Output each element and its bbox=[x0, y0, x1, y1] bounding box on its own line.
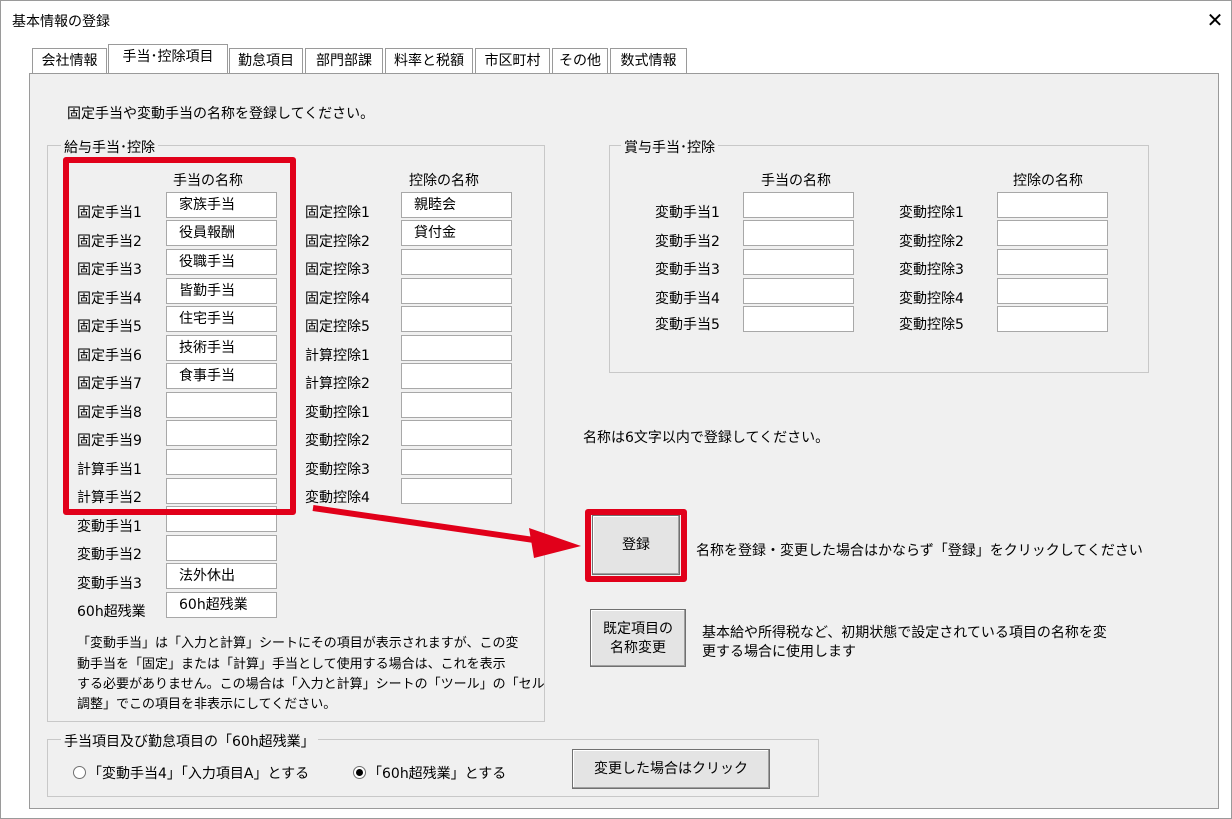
bonus-deduction-field[interactable] bbox=[997, 249, 1108, 275]
tab-other[interactable]: その他 bbox=[552, 48, 608, 74]
deduction-label: 計算控除1 bbox=[305, 348, 370, 364]
window-title: 基本情報の登録 bbox=[12, 14, 110, 30]
deduction-label: 固定控除1 bbox=[305, 205, 370, 221]
bonus-deduction-field[interactable] bbox=[997, 192, 1108, 218]
deduction-name-field[interactable] bbox=[401, 278, 512, 304]
option1-radio[interactable] bbox=[73, 766, 86, 779]
option2-radio[interactable] bbox=[353, 766, 366, 779]
bonus-allowance-header: 手当の名称 bbox=[761, 173, 831, 189]
tab-company-info[interactable]: 会社情報 bbox=[32, 48, 107, 74]
bonus-allowance-label: 変動手当3 bbox=[655, 262, 720, 278]
bonus-deduction-field[interactable] bbox=[997, 278, 1108, 304]
tab-attendance[interactable]: 勤怠項目 bbox=[229, 48, 303, 74]
allowance-name-field[interactable]: 60h超残業 bbox=[166, 592, 277, 618]
bonus-allowance-field[interactable] bbox=[743, 192, 854, 218]
allowance-label: 変動手当2 bbox=[77, 547, 142, 563]
deduction-name-field[interactable] bbox=[401, 420, 512, 446]
bonus-group-title: 賞与手当･控除 bbox=[621, 137, 718, 157]
deduction-name-field[interactable] bbox=[401, 306, 512, 332]
bonus-allowance-field[interactable] bbox=[743, 278, 854, 304]
name-limit-note: 名称は6文字以内で登録してください。 bbox=[583, 430, 830, 446]
deduction-name-field[interactable] bbox=[401, 392, 512, 418]
rename-defaults-note: 基本給や所得税など、初期状態で設定されている項目の名称を変 bbox=[702, 625, 1107, 641]
bonus-allowance-label: 変動手当2 bbox=[655, 234, 720, 250]
annotation-arrow-head bbox=[529, 528, 581, 558]
variable-allowance-note: する必要がありません。この場合は「入力と計算」シートの「ツール」の「セル bbox=[77, 677, 545, 692]
title-bar: 基本情報の登録 ✕ bbox=[1, 1, 1231, 39]
annotation-arrow-shaft bbox=[312, 505, 542, 544]
deduction-label: 固定控除2 bbox=[305, 234, 370, 250]
register-note: 名称を登録・変更した場合はかならず「登録」をクリックしてください bbox=[696, 543, 1143, 559]
instruction-text: 固定手当や変動手当の名称を登録してください。 bbox=[67, 106, 375, 122]
deduction-name-field[interactable] bbox=[401, 449, 512, 475]
bonus-deduction-label: 変動控除5 bbox=[899, 317, 964, 333]
tab-allowance-deduction[interactable]: 手当･控除項目 bbox=[108, 44, 228, 74]
bonus-deduction-header: 控除の名称 bbox=[1013, 173, 1083, 189]
deduction-label: 変動控除2 bbox=[305, 433, 370, 449]
bonus-allowance-field[interactable] bbox=[743, 249, 854, 275]
close-icon[interactable]: ✕ bbox=[1200, 5, 1230, 35]
bonus-deduction-label: 変動控除3 bbox=[899, 262, 964, 278]
deduction-label: 変動控除3 bbox=[305, 462, 370, 478]
allowance-label: 60h超残業 bbox=[77, 604, 146, 620]
deduction-label: 変動控除1 bbox=[305, 405, 370, 421]
tab-rates-taxes[interactable]: 料率と税額 bbox=[385, 48, 473, 74]
option1-label: 「変動手当4」「入力項目A」とする bbox=[88, 766, 310, 782]
variable-allowance-note: 調整」でこの項目を非表示にしてください。 bbox=[77, 697, 337, 712]
deduction-label: 固定控除3 bbox=[305, 262, 370, 278]
tab-formula-info[interactable]: 数式情報 bbox=[610, 48, 687, 74]
bonus-allowance-field[interactable] bbox=[743, 306, 854, 332]
rename-defaults-button[interactable]: 既定項目の 名称変更 bbox=[590, 609, 686, 667]
bonus-deduction-label: 変動控除4 bbox=[899, 291, 964, 307]
deduction-name-field[interactable] bbox=[401, 363, 512, 389]
deduction-label: 固定控除5 bbox=[305, 319, 370, 335]
deduction-label: 計算控除2 bbox=[305, 376, 370, 392]
deduction-name-field[interactable] bbox=[401, 249, 512, 275]
tab-municipalities[interactable]: 市区町村 bbox=[475, 48, 550, 74]
register-highlight bbox=[585, 509, 687, 582]
variable-allowance-note: 「変動手当」は「入力と計算」シートにその項目が表示されますが、この変 bbox=[77, 636, 519, 651]
allowance-name-field[interactable] bbox=[166, 535, 277, 561]
bonus-deduction-label: 変動控除1 bbox=[899, 205, 964, 221]
variable-allowance-note: 動手当を「固定」または「計算」手当として使用する場合は、これを表示 bbox=[77, 657, 506, 672]
allowance-label: 変動手当1 bbox=[77, 519, 142, 535]
rename-defaults-label: 名称変更 bbox=[610, 640, 666, 656]
deduction-label: 固定控除4 bbox=[305, 291, 370, 307]
bonus-allowance-field[interactable] bbox=[743, 220, 854, 246]
deduction-name-field[interactable]: 貸付金 bbox=[401, 220, 512, 246]
bonus-deduction-field[interactable] bbox=[997, 220, 1108, 246]
allowance-name-field[interactable]: 法外休出 bbox=[166, 563, 277, 589]
bonus-allowance-label: 変動手当1 bbox=[655, 205, 720, 221]
allowance-label: 変動手当3 bbox=[77, 576, 142, 592]
salary-group-title: 給与手当･控除 bbox=[61, 137, 158, 157]
bonus-deduction-field[interactable] bbox=[997, 306, 1108, 332]
tab-departments[interactable]: 部門部課 bbox=[305, 48, 383, 74]
deduction-name-field[interactable]: 親睦会 bbox=[401, 192, 512, 218]
bonus-allowance-label: 変動手当4 bbox=[655, 291, 720, 307]
apply-change-button[interactable]: 変更した場合はクリック bbox=[572, 749, 770, 789]
salary-deduction-header: 控除の名称 bbox=[409, 173, 479, 189]
rename-defaults-label: 既定項目の bbox=[603, 621, 673, 637]
overtime-group-title: 手当項目及び勤怠項目の「60h超残業」 bbox=[61, 731, 318, 751]
bonus-deduction-label: 変動控除2 bbox=[899, 234, 964, 250]
bonus-allowance-label: 変動手当5 bbox=[655, 317, 720, 333]
deduction-name-field[interactable] bbox=[401, 335, 512, 361]
rename-defaults-note: 更する場合に使用します bbox=[702, 644, 856, 660]
dialog-window: 基本情報の登録 ✕ 会社情報 手当･控除項目 勤怠項目 部門部課 料率と税額 市… bbox=[0, 0, 1232, 819]
annotation-arrow-icon bbox=[312, 505, 581, 558]
allowance-names-highlight bbox=[63, 157, 296, 515]
option2-label: 「60h超残業」とする bbox=[368, 766, 507, 782]
